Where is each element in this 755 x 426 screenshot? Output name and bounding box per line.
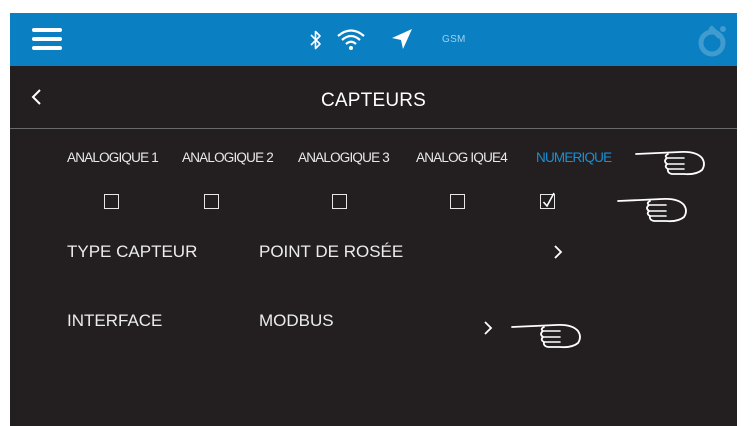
tab-analogique-1[interactable]: ANALOGIQUE 1 <box>67 150 159 165</box>
checkmark-icon <box>542 192 555 208</box>
tab-numerique[interactable]: NUMERIQUE <box>536 150 612 165</box>
checkbox-analogique-1[interactable] <box>104 194 119 209</box>
top-bar: GSM <box>10 13 737 66</box>
checkbox-analogique-4[interactable] <box>450 194 465 209</box>
interface-value: MODBUS <box>259 311 334 330</box>
pointing-hand-icon <box>635 150 705 176</box>
tab-analogique-4[interactable]: ANALOG IQUE4 <box>416 150 508 165</box>
wifi-icon <box>337 29 365 50</box>
ghost-logo-icon <box>698 25 726 57</box>
gsm-status: GSM <box>442 34 466 45</box>
menu-icon[interactable] <box>32 28 62 50</box>
device-screen: GSM CAPTEURS ANALOGIQUE 1 ANALOGIQUE 2 A… <box>10 13 737 426</box>
tab-analogique-3[interactable]: ANALOGIQUE 3 <box>298 150 390 165</box>
title-bar: CAPTEURS <box>10 66 737 129</box>
checkbox-analogique-3[interactable] <box>332 194 347 209</box>
location-arrow-icon <box>392 29 412 49</box>
page-title: CAPTEURS <box>320 90 427 111</box>
type-capteur-label: TYPE CAPTEUR <box>67 242 198 261</box>
tab-analogique-2[interactable]: ANALOGIQUE 2 <box>182 150 274 165</box>
interface-label: INTERFACE <box>67 311 163 330</box>
type-capteur-value: POINT DE ROSÉE <box>259 242 404 261</box>
bluetooth-icon <box>310 30 321 50</box>
pointing-hand-icon <box>617 197 687 223</box>
pointing-hand-icon <box>511 323 581 349</box>
checkbox-analogique-2[interactable] <box>204 194 219 209</box>
chevron-right-icon[interactable] <box>552 244 564 260</box>
chevron-right-icon[interactable] <box>482 320 494 336</box>
checkbox-numerique[interactable] <box>540 192 555 209</box>
